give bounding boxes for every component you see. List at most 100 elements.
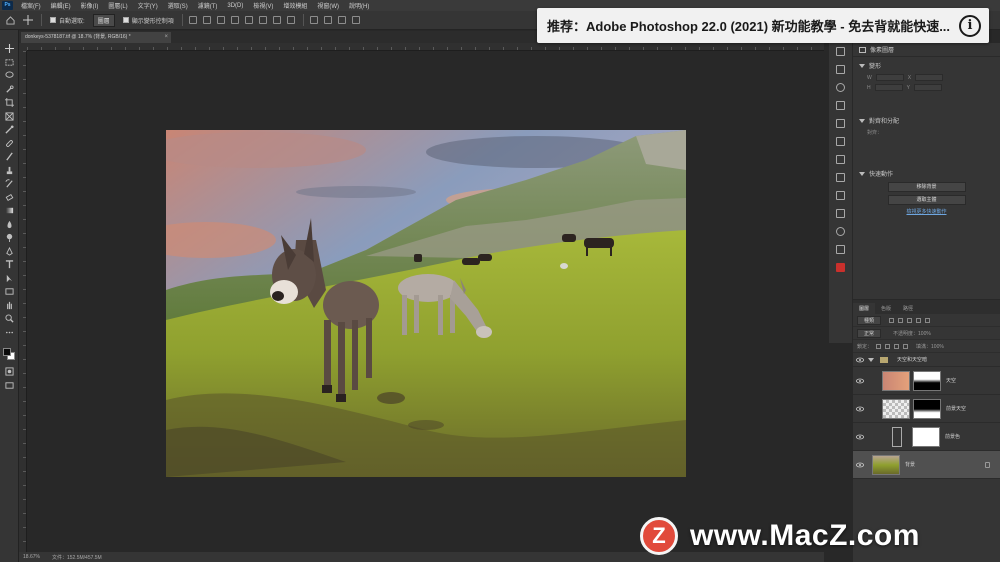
lasso-tool-icon[interactable] (4, 71, 14, 80)
swatches-panel-icon[interactable] (836, 137, 845, 146)
tab-channels[interactable]: 色版 (875, 303, 897, 314)
tab-layers[interactable]: 圖層 (853, 303, 876, 314)
menu-layer[interactable]: 圖層(L) (103, 1, 132, 10)
zoom-level[interactable]: 18.67% (23, 554, 40, 560)
learn-panel-icon[interactable] (836, 263, 845, 272)
select-subject-button[interactable]: 選取主體 (887, 195, 966, 205)
rectangle-tool-icon[interactable] (4, 287, 14, 296)
menu-plugins[interactable]: 增效模組 (278, 1, 312, 10)
y-field[interactable] (913, 84, 942, 91)
eyedropper-tool-icon[interactable] (4, 125, 14, 134)
adjustments-panel-icon[interactable] (836, 65, 845, 74)
layer-row[interactable]: 背景 (853, 451, 1000, 479)
clone-stamp-tool-icon[interactable] (5, 166, 14, 175)
layer-name[interactable]: 背景 (905, 461, 915, 468)
layer-name[interactable]: 前景色 (945, 433, 960, 440)
filter-smart-object-icon[interactable] (925, 317, 931, 323)
filter-pixel-icon[interactable] (889, 317, 895, 323)
zoom-tool-icon[interactable] (4, 314, 14, 323)
move-tool-icon[interactable] (4, 44, 14, 53)
healing-brush-tool-icon[interactable] (5, 139, 14, 148)
layer-row[interactable]: 前景色 (853, 423, 1000, 451)
align-top-icon[interactable] (230, 16, 239, 24)
quick-select-tool-icon[interactable] (5, 84, 14, 94)
menu-type[interactable]: 文字(Y) (133, 1, 163, 10)
layer-mask-thumbnail[interactable] (913, 398, 941, 419)
type-tool-icon[interactable] (5, 260, 14, 269)
menu-window[interactable]: 視窗(W) (312, 1, 344, 10)
3d-pan-icon[interactable] (337, 16, 346, 24)
paragraph-panel-icon[interactable] (836, 173, 845, 182)
layer-row[interactable]: 天空 (853, 367, 1000, 395)
brush-settings-icon[interactable] (836, 119, 845, 128)
layer-group-row[interactable]: 天空和天空暗 (853, 353, 1000, 367)
menu-filter[interactable]: 濾鏡(T) (193, 1, 223, 10)
lock-position-icon[interactable] (894, 343, 900, 349)
actions-panel-icon[interactable] (836, 101, 845, 110)
layer-name[interactable]: 前景天空 (946, 405, 966, 412)
chevron-down-icon[interactable] (868, 357, 874, 362)
frame-tool-icon[interactable] (4, 111, 14, 121)
menu-image[interactable]: 影像(I) (76, 1, 104, 10)
crop-tool-icon[interactable] (4, 98, 14, 107)
libraries-panel-icon[interactable] (836, 209, 845, 218)
auto-select-checkbox[interactable]: 自動選取: (50, 16, 85, 25)
3d-rotate-icon[interactable] (323, 16, 332, 24)
close-icon[interactable]: × (164, 32, 168, 43)
layer-kind-dropdown[interactable]: 種類 (857, 315, 882, 325)
menu-file[interactable]: 檔案(F) (16, 1, 46, 10)
width-field[interactable] (875, 74, 904, 81)
styles-panel-icon[interactable] (836, 245, 845, 254)
eye-icon[interactable] (856, 357, 864, 363)
lock-image-icon[interactable] (885, 343, 891, 349)
fill-control[interactable]: 填滿：100% (916, 343, 944, 350)
layer-mask-thumbnail[interactable] (913, 370, 941, 391)
layer-mask-thumbnail[interactable] (912, 426, 940, 447)
3d-mode-icon[interactable] (309, 16, 318, 24)
navigator-panel-icon[interactable] (836, 227, 845, 236)
filter-adjustment-icon[interactable] (898, 317, 904, 323)
layer-name[interactable]: 天空和天空暗 (897, 356, 927, 363)
eye-icon[interactable] (856, 434, 864, 440)
banner-text[interactable]: 推荐：Adobe Photoshop 22.0 (2021) 新功能教學 - 免… (547, 16, 959, 35)
path-selection-tool-icon[interactable] (5, 274, 14, 283)
remove-background-button[interactable]: 移除背景 (887, 182, 966, 192)
eraser-tool-icon[interactable] (5, 193, 14, 202)
height-field[interactable] (874, 84, 903, 91)
document-image[interactable] (166, 130, 686, 477)
more-tools-icon[interactable] (5, 328, 14, 337)
align-left-icon[interactable] (188, 16, 197, 24)
align-middle-icon[interactable] (244, 16, 253, 24)
hand-tool-icon[interactable] (5, 301, 14, 310)
eye-icon[interactable] (856, 406, 864, 412)
lock-transparent-icon[interactable] (876, 343, 882, 349)
history-panel-icon[interactable] (836, 47, 845, 56)
align-center-icon[interactable] (202, 16, 211, 24)
character-panel-icon[interactable] (836, 155, 845, 164)
menu-view[interactable]: 檢視(V) (248, 1, 278, 10)
history-brush-tool-icon[interactable] (4, 179, 14, 188)
lock-all-icon[interactable] (903, 343, 909, 349)
recommendation-banner[interactable]: 推荐：Adobe Photoshop 22.0 (2021) 新功能教學 - 免… (537, 8, 989, 43)
align-right-icon[interactable] (216, 16, 225, 24)
menu-edit[interactable]: 編輯(E) (46, 1, 76, 10)
quick-actions-title[interactable]: 快速動作 (859, 169, 994, 178)
glyphs-panel-icon[interactable] (836, 191, 845, 200)
3d-slide-icon[interactable] (351, 16, 360, 24)
transform-section-title[interactable]: 變形 (859, 61, 994, 70)
view-more-link[interactable]: 檢視更多快速動作 (859, 208, 994, 215)
align-bottom-icon[interactable] (258, 16, 267, 24)
document-tab[interactable]: donkeys-5378187.tif @ 18.7% (背景, RGB/16)… (21, 32, 171, 43)
auto-select-target-dropdown[interactable]: 圖層 (92, 13, 115, 27)
gradient-tool-icon[interactable] (5, 206, 14, 215)
horizontal-ruler[interactable] (27, 43, 824, 51)
home-icon[interactable] (6, 15, 15, 25)
color-swatches[interactable] (2, 347, 16, 361)
foreground-color-swatch[interactable] (3, 348, 11, 356)
x-field[interactable] (915, 74, 944, 81)
menu-help[interactable]: 說明(H) (344, 1, 374, 10)
blend-mode-dropdown[interactable]: 正常 (857, 328, 882, 338)
layer-row[interactable]: 前景天空 (853, 395, 1000, 423)
layer-name[interactable]: 天空 (946, 377, 956, 384)
distribute-icon[interactable] (272, 16, 281, 24)
